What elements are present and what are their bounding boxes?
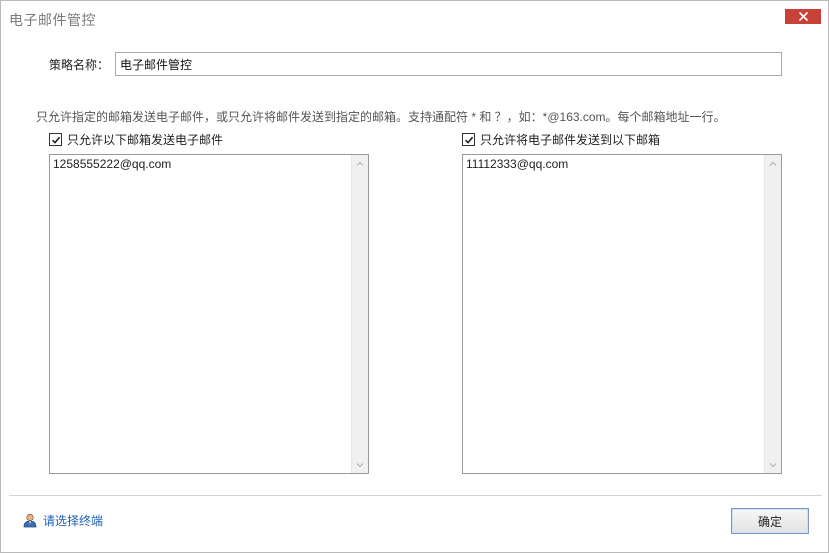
checkbox-box[interactable] xyxy=(49,133,62,146)
chevron-up-icon xyxy=(356,161,364,166)
user-icon xyxy=(23,513,37,528)
sender-list-scrollbar[interactable] xyxy=(351,155,368,473)
allow-send-to-label: 只允许将电子邮件发送到以下邮箱 xyxy=(480,133,661,147)
policy-name-input[interactable] xyxy=(115,52,782,76)
allow-send-from-label: 只允许以下邮箱发送电子邮件 xyxy=(67,133,224,147)
ok-button[interactable]: 确定 xyxy=(731,508,809,534)
recipient-list-text: 11112333@qq.com xyxy=(466,157,569,171)
recipient-list-scrollbar[interactable] xyxy=(764,155,781,473)
select-terminal-link[interactable]: 请选择终端 xyxy=(23,512,103,529)
chevron-down-icon xyxy=(356,462,364,467)
dialog-footer: 请选择终端 确定 xyxy=(9,496,822,542)
scroll-down-arrow[interactable] xyxy=(352,457,368,473)
policy-name-label: 策略名称： xyxy=(49,58,110,72)
scroll-up-arrow[interactable] xyxy=(765,155,781,171)
sender-list-textarea[interactable]: 1258555222@qq.com xyxy=(49,154,369,474)
checkmark-icon xyxy=(51,136,60,144)
chevron-up-icon xyxy=(769,161,777,166)
recipient-list-textarea[interactable]: 11112333@qq.com xyxy=(462,154,782,474)
scroll-down-arrow[interactable] xyxy=(765,457,781,473)
checkmark-icon xyxy=(464,136,473,144)
close-icon xyxy=(798,12,808,21)
title-bar[interactable]: 电子邮件管控 xyxy=(1,1,828,35)
sender-list-text: 1258555222@qq.com xyxy=(53,157,172,171)
checkbox-box[interactable] xyxy=(462,133,475,146)
allow-send-from-checkbox[interactable]: 只允许以下邮箱发送电子邮件 xyxy=(49,131,223,148)
chevron-down-icon xyxy=(769,462,777,467)
dialog-content: 策略名称： 只允许指定的邮箱发送电子邮件，或只允许将邮件发送到指定的邮箱。支持通… xyxy=(9,35,822,495)
select-terminal-label: 请选择终端 xyxy=(43,514,104,528)
dialog-window: 电子邮件管控 策略名称： 只允许指定的邮箱发送电子邮件，或只允许将邮件发送到指定… xyxy=(0,0,829,553)
hint-text: 只允许指定的邮箱发送电子邮件，或只允许将邮件发送到指定的邮箱。支持通配符 * 和… xyxy=(36,110,726,124)
window-title: 电子邮件管控 xyxy=(9,12,96,28)
allow-send-to-checkbox[interactable]: 只允许将电子邮件发送到以下邮箱 xyxy=(462,131,660,148)
scroll-up-arrow[interactable] xyxy=(352,155,368,171)
close-button[interactable] xyxy=(785,9,821,24)
